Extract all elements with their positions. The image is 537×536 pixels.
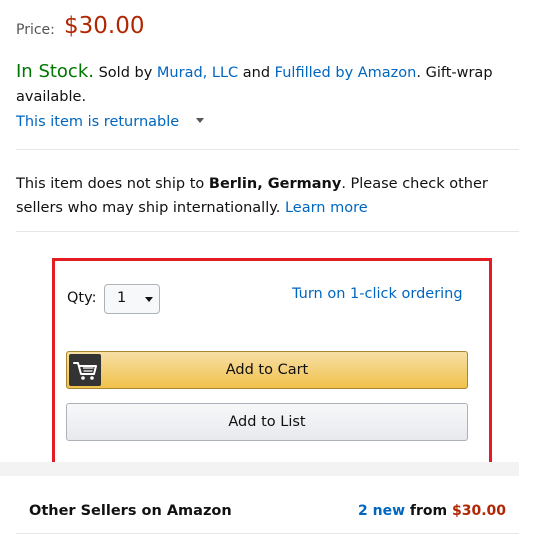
other-sellers-price: $30.00 [451, 503, 506, 519]
availability-line: In Stock. Sold by Murad, LLC and Fulfill… [16, 60, 521, 109]
add-to-list-button[interactable]: Add to List [66, 403, 468, 441]
shipping-message: This item does not ship to Berlin, Germa… [16, 172, 516, 220]
caret-down-icon [195, 117, 204, 123]
ship-prefix: This item does not ship to [16, 176, 205, 192]
add-to-cart-label: Add to Cart [225, 362, 309, 378]
seller-link[interactable]: Murad, LLC [157, 65, 238, 81]
other-sellers-offer: 2 new from $30.00 [358, 503, 506, 519]
add-to-cart-button[interactable]: Add to Cart [66, 351, 468, 389]
ship-location: Berlin, Germany [208, 176, 342, 192]
learn-more-link[interactable]: Learn more [285, 200, 368, 216]
divider [16, 231, 519, 232]
price-value: $30.00 [64, 13, 145, 39]
one-click-ordering-link[interactable]: Turn on 1-click ordering [292, 286, 463, 302]
other-sellers-title: Other Sellers on Amazon [29, 503, 232, 519]
quantity-select[interactable]: 1 [104, 284, 160, 314]
caret-down-icon [145, 297, 153, 302]
qty-value: 1 [117, 290, 127, 306]
divider [16, 533, 519, 534]
returnable-link[interactable]: This item is returnable [16, 114, 179, 130]
sold-by-label: Sold by [98, 65, 153, 81]
qty-label: Qty: [67, 290, 97, 306]
section-separator [0, 462, 519, 476]
divider [16, 149, 519, 150]
returnable-dropdown[interactable]: This item is returnable [16, 114, 204, 130]
and-text: and [242, 65, 271, 81]
new-offers-link[interactable]: 2 new [358, 503, 405, 519]
from-text: from [409, 503, 448, 519]
stock-status: In Stock. [16, 61, 94, 82]
fulfilled-by-amazon-link[interactable]: Fulfilled by Amazon [275, 65, 417, 81]
add-to-list-label: Add to List [228, 414, 306, 430]
price-label: Price: [16, 22, 55, 38]
